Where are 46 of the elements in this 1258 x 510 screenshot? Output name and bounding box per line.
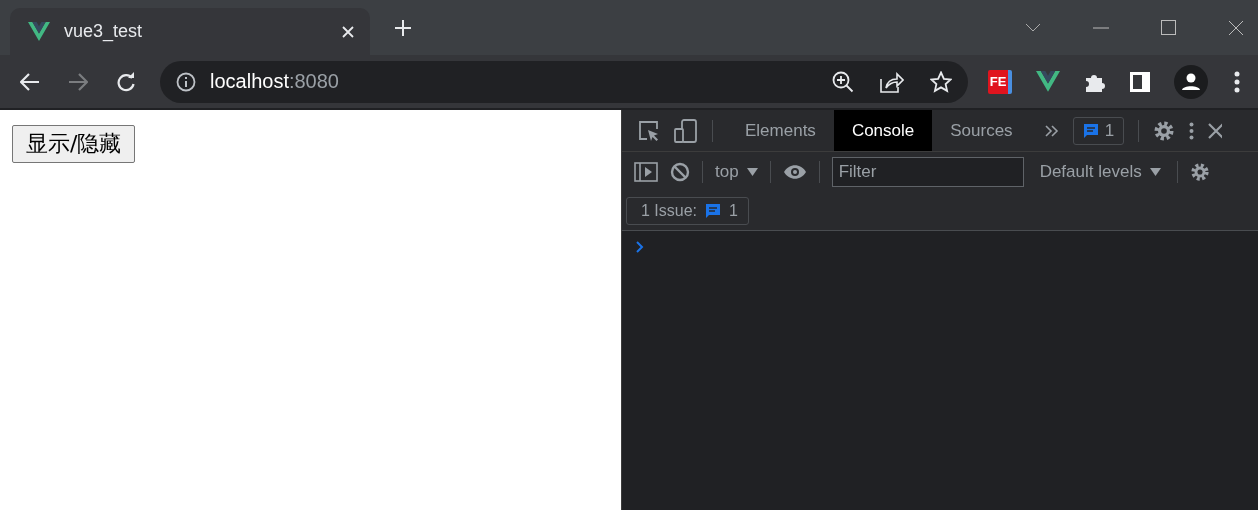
chevron-down-icon[interactable] xyxy=(1025,23,1041,32)
message-icon xyxy=(705,203,722,219)
extension-icon[interactable]: FE xyxy=(988,69,1012,94)
new-tab-icon[interactable] xyxy=(395,19,411,36)
maximize-icon[interactable] xyxy=(1161,20,1176,35)
v-logo-icon xyxy=(28,21,50,42)
zoom-in-icon[interactable] xyxy=(832,70,854,93)
issues-button[interactable]: 1 Issue: 1 xyxy=(626,197,749,225)
v-logo-icon[interactable] xyxy=(1036,70,1060,93)
devtools-tab[interactable]: Console xyxy=(833,110,933,151)
context-dropdown[interactable]: top xyxy=(715,162,758,182)
back-arrow-icon[interactable] xyxy=(20,72,40,91)
settings-icon[interactable] xyxy=(1153,119,1176,142)
side-panel-icon[interactable] xyxy=(1130,71,1150,92)
tab-title: vue3_test xyxy=(64,21,144,42)
message-icon xyxy=(1082,122,1099,139)
minimize-icon[interactable] xyxy=(1093,26,1109,29)
messages-badge[interactable]: 1 xyxy=(1072,116,1125,145)
more-tabs-icon[interactable] xyxy=(1044,124,1059,137)
address-bar[interactable]: localhost:8080 xyxy=(160,60,968,103)
forward-arrow-icon[interactable] xyxy=(68,72,88,91)
url-text: localhost:8080 xyxy=(210,70,339,93)
inspect-icon[interactable] xyxy=(638,119,660,142)
more-vertical-icon[interactable] xyxy=(1189,121,1195,140)
more-vertical-icon[interactable] xyxy=(1234,70,1240,93)
clear-icon[interactable] xyxy=(670,162,690,182)
star-icon[interactable] xyxy=(930,70,952,93)
reload-icon[interactable] xyxy=(116,71,136,92)
close-icon[interactable] xyxy=(1208,122,1223,139)
settings-icon[interactable] xyxy=(1189,161,1210,183)
device-icon[interactable] xyxy=(674,118,698,143)
close-icon[interactable] xyxy=(1228,19,1244,36)
devtools-tab[interactable]: Sources xyxy=(932,110,1031,151)
share-icon[interactable] xyxy=(880,70,904,93)
sidebar-toggle-icon[interactable] xyxy=(634,162,658,182)
prompt-icon[interactable] xyxy=(636,241,644,253)
levels-dropdown[interactable]: Default levels xyxy=(1039,162,1161,182)
caret-icon xyxy=(746,168,758,176)
filter-field[interactable]: Filter xyxy=(831,157,1024,187)
caret-icon xyxy=(1149,168,1161,176)
avatar-icon[interactable] xyxy=(1174,64,1208,99)
eye-icon[interactable] xyxy=(782,164,807,180)
devtools-tab[interactable]: Elements xyxy=(727,110,834,151)
toggle-button[interactable]: 显示/隐藏 xyxy=(12,125,136,163)
browser-tab[interactable]: vue3_test xyxy=(10,8,370,55)
info-icon xyxy=(176,71,196,92)
